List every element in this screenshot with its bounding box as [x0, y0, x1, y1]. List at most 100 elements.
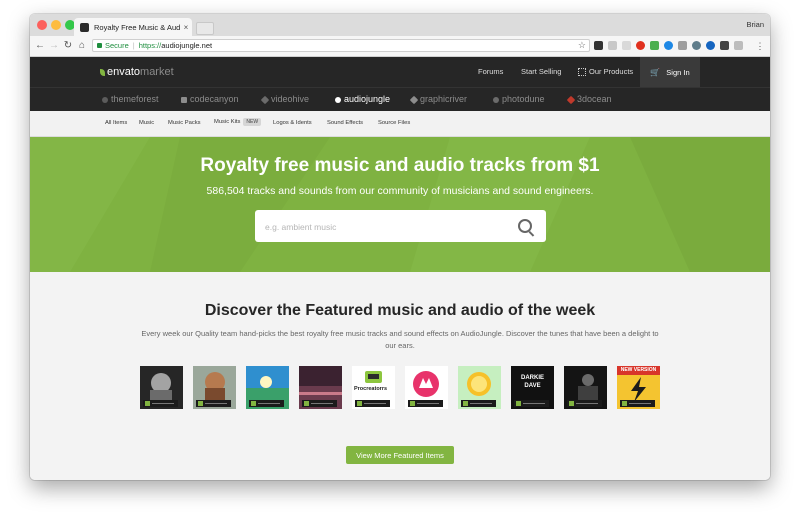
waveform-line	[523, 403, 545, 404]
site-themeforest[interactable]: themeforest	[102, 94, 159, 104]
bookmark-star-icon[interactable]: ☆	[578, 40, 586, 51]
cat-music[interactable]: Music	[139, 120, 154, 126]
sign-in-label: Sign In	[666, 67, 690, 77]
waveform-line	[205, 403, 227, 404]
featured-item-8[interactable]: DARKIE DAVE	[511, 366, 554, 409]
search-box	[255, 210, 546, 244]
cat-music-packs[interactable]: Music Packs	[168, 120, 201, 126]
play-bar[interactable]	[196, 400, 231, 407]
play-bar[interactable]	[355, 400, 390, 407]
play-icon	[251, 401, 256, 406]
cast-icon[interactable]	[678, 41, 687, 50]
our-products-link[interactable]: Our Products	[578, 67, 633, 77]
cat-sound-effects[interactable]: Sound Effects	[327, 120, 363, 126]
site-label: 3docean	[577, 94, 612, 104]
play-bar[interactable]	[514, 400, 549, 407]
play-icon	[516, 401, 521, 406]
extension-doc-icon[interactable]	[734, 41, 743, 50]
featured-item-10[interactable]: NEW VERSION	[617, 366, 660, 409]
cat-all-items[interactable]: All Items	[105, 120, 127, 126]
hero-subtitle: 586,504 tracks and sounds from our commu…	[206, 185, 594, 197]
site-graphicriver[interactable]: graphicriver	[409, 94, 468, 104]
play-icon	[357, 401, 362, 406]
videohive-icon	[260, 95, 270, 104]
play-bar[interactable]	[620, 400, 655, 407]
extension-grid-icon[interactable]	[608, 41, 617, 50]
tab-strip: Royalty Free Music & Audio Tr × Brian	[30, 14, 770, 36]
play-icon	[622, 401, 627, 406]
featured-item-5[interactable]: Procreatorrs	[352, 366, 395, 409]
pocket-icon[interactable]	[720, 41, 729, 50]
home-icon[interactable]: ⌂	[76, 39, 88, 53]
extension-layers-icon[interactable]	[594, 41, 603, 50]
graphicriver-icon	[409, 95, 419, 104]
waveform-line	[152, 403, 174, 404]
site-audiojungle[interactable]: audiojungle	[335, 94, 390, 104]
forward-arrow-icon[interactable]: →	[48, 39, 60, 53]
site-label: photodune	[502, 94, 545, 104]
tab-title: Royalty Free Music & Audio Tr	[94, 22, 180, 32]
play-icon	[198, 401, 203, 406]
view-more-featured-button[interactable]: View More Featured Items	[346, 446, 454, 464]
extension-blue-icon[interactable]	[664, 41, 673, 50]
extension-page-icon[interactable]	[622, 41, 631, 50]
play-bar[interactable]	[461, 400, 496, 407]
waveform-line	[470, 403, 492, 404]
featured-item-1[interactable]	[140, 366, 183, 409]
marketplace-nav: themeforest codecanyon videohive audioju…	[30, 87, 770, 112]
site-videohive[interactable]: videohive	[260, 94, 309, 104]
minimize-window-button[interactable]	[51, 20, 61, 30]
music-kits-label: Music Kits	[214, 119, 241, 125]
site-label: graphicriver	[420, 94, 468, 104]
themeforest-icon	[102, 96, 108, 103]
page-content: envatomarket Forums Start Selling Our Pr…	[30, 57, 770, 480]
tab-close-icon[interactable]: ×	[180, 23, 192, 32]
play-bar[interactable]	[143, 400, 178, 407]
play-bar[interactable]	[567, 400, 602, 407]
start-selling-link[interactable]: Start Selling	[521, 67, 561, 76]
featured-description: Every week our Quality team hand-picks t…	[141, 329, 659, 350]
site-label: themeforest	[111, 94, 159, 104]
back-arrow-icon[interactable]: ←	[34, 39, 46, 53]
play-bar[interactable]	[408, 400, 443, 407]
site-3docean[interactable]: 3docean	[566, 94, 612, 104]
browser-tab[interactable]: Royalty Free Music & Audio Tr ×	[74, 18, 192, 36]
profile-name[interactable]: Brian	[746, 20, 764, 29]
new-tab-button[interactable]	[196, 22, 214, 35]
secure-label: Secure	[105, 41, 129, 50]
codecanyon-icon	[181, 96, 187, 103]
featured-item-9[interactable]	[564, 366, 607, 409]
site-label: audiojungle	[344, 94, 391, 104]
play-bar[interactable]	[302, 400, 337, 407]
site-photodune[interactable]: photodune	[493, 94, 545, 104]
extension-gear-icon[interactable]	[692, 41, 701, 50]
tab-favicon-icon	[80, 22, 89, 32]
cat-logos-idents[interactable]: Logos & Idents	[273, 120, 312, 126]
hero-title: Royalty free music and audio tracks from…	[200, 155, 600, 176]
featured-item-4[interactable]	[299, 366, 342, 409]
cat-source-files[interactable]: Source Files	[378, 120, 410, 126]
waveform-line	[258, 403, 280, 404]
envato-market-logo[interactable]: envatomarket	[100, 66, 174, 78]
forums-link[interactable]: Forums	[478, 67, 503, 76]
featured-item-3[interactable]	[246, 366, 289, 409]
search-input[interactable]	[263, 210, 507, 244]
logo-suffix-text: market	[140, 66, 174, 78]
menu-kebab-icon[interactable]: ⋮	[754, 39, 766, 53]
featured-item-6[interactable]	[405, 366, 448, 409]
search-icon[interactable]	[518, 219, 532, 233]
waveform-line	[629, 403, 651, 404]
extension-evernote-icon[interactable]	[650, 41, 659, 50]
sign-in-button[interactable]: 🛒 Sign In	[640, 57, 700, 87]
extension-dot-icon[interactable]	[706, 41, 715, 50]
photodune-icon	[493, 96, 499, 103]
url-field[interactable]: Secure | https:// audiojungle.net ☆	[92, 39, 590, 52]
play-bar[interactable]	[249, 400, 284, 407]
close-window-button[interactable]	[37, 20, 47, 30]
reload-icon[interactable]: ↻	[62, 39, 74, 53]
site-codecanyon[interactable]: codecanyon	[181, 94, 239, 104]
cat-music-kits[interactable]: Music Kits NEW	[214, 118, 262, 126]
featured-item-7[interactable]	[458, 366, 501, 409]
featured-item-2[interactable]	[193, 366, 236, 409]
pinterest-icon[interactable]	[636, 41, 645, 50]
